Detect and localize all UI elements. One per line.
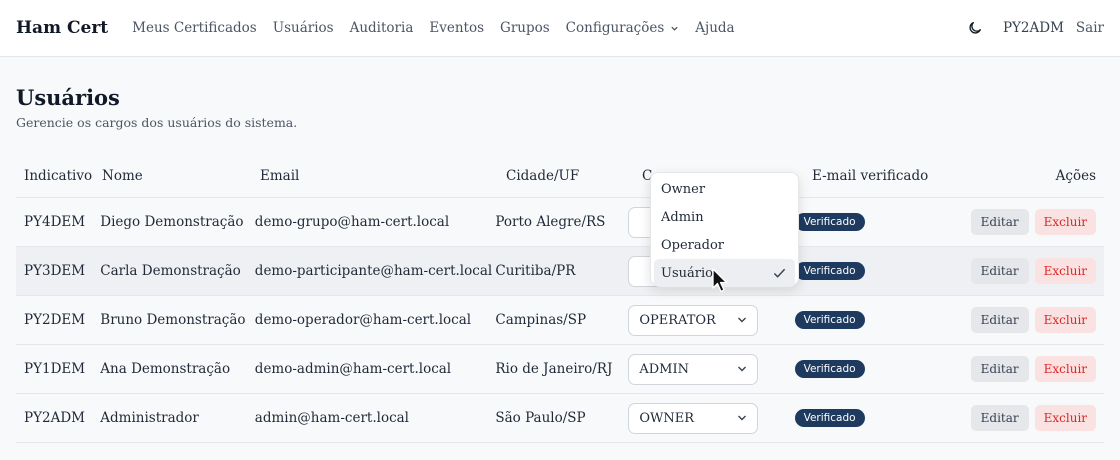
cell-name: Bruno Demonstração: [100, 312, 246, 328]
table-row: PY2DEM Bruno Demonstração demo-operador@…: [16, 296, 1104, 345]
nav-ajuda[interactable]: Ajuda: [695, 20, 734, 36]
cell-name: Administrador: [100, 410, 199, 426]
header-city: Cidade/UF: [506, 167, 580, 184]
current-user[interactable]: PY2ADM: [1003, 20, 1064, 36]
cell-verified: Verificado: [794, 409, 971, 427]
edit-button[interactable]: Editar: [970, 405, 1029, 431]
nav-right: PY2ADM Sair: [967, 20, 1104, 36]
cell-callsign: PY3DEM: [24, 263, 86, 279]
role-select[interactable]: ADMIN: [628, 353, 759, 385]
cell-name: Carla Demonstração: [100, 263, 241, 279]
verified-badge: Verificado: [794, 311, 865, 329]
edit-button[interactable]: Editar: [970, 258, 1029, 284]
table-row: PY3DEM Carla Demonstração demo-participa…: [16, 247, 1104, 296]
cell-email: admin@ham-cert.local: [254, 410, 409, 426]
table-header: Indicativo Nome Email Cidade/UF C E-mail…: [16, 154, 1104, 198]
logout-link[interactable]: Sair: [1076, 20, 1104, 36]
role-select[interactable]: OWNER: [628, 402, 759, 434]
cell-actions: Editar Excluir: [970, 356, 1104, 382]
role-select-value: ADMIN: [639, 361, 689, 377]
cell-email: demo-operador@ham-cert.local: [254, 312, 472, 328]
cell-verified: Verificado: [794, 360, 971, 378]
header-email: Email: [260, 167, 300, 184]
role-option-usuario-label: Usuário: [661, 265, 713, 281]
cell-role: ADMIN: [628, 353, 794, 385]
role-option-operador[interactable]: Operador: [654, 231, 795, 259]
verified-badge: Verificado: [794, 213, 865, 231]
cell-city: Campinas/SP: [495, 312, 587, 328]
table-row: PY2ADM Administrador admin@ham-cert.loca…: [16, 394, 1104, 443]
verified-badge: Verificado: [794, 360, 865, 378]
cell-actions: Editar Excluir: [970, 405, 1104, 431]
cell-city: São Paulo/SP: [495, 410, 586, 426]
users-table: Indicativo Nome Email Cidade/UF C E-mail…: [16, 154, 1104, 443]
check-icon: [773, 268, 786, 278]
mouse-cursor-icon: [712, 268, 728, 293]
cell-actions: Editar Excluir: [970, 209, 1104, 235]
nav-configuracoes-label: Configurações: [565, 20, 665, 36]
cell-callsign: PY1DEM: [24, 361, 86, 377]
cell-callsign: PY4DEM: [24, 214, 86, 230]
nav-grupos[interactable]: Grupos: [500, 20, 550, 36]
page-title: Usuários: [16, 85, 120, 110]
header-verified: E-mail verificado: [812, 167, 929, 184]
table-row: PY1DEM Ana Demonstração demo-admin@ham-c…: [16, 345, 1104, 394]
header-name: Nome: [102, 167, 143, 184]
header-actions: Ações: [1055, 167, 1096, 184]
nav-meus-certificados[interactable]: Meus Certificados: [132, 20, 257, 36]
role-select-value: OPERATOR: [639, 312, 716, 328]
cell-email: demo-admin@ham-cert.local: [254, 361, 452, 377]
delete-button[interactable]: Excluir: [1034, 209, 1097, 235]
cell-actions: Editar Excluir: [970, 307, 1104, 333]
cell-role: OPERATOR: [628, 304, 794, 336]
cell-name: Diego Demonstração: [100, 214, 244, 230]
verified-badge: Verificado: [794, 262, 865, 280]
cell-city: Rio de Janeiro/RJ: [495, 361, 613, 377]
moon-icon[interactable]: [967, 20, 983, 36]
delete-button[interactable]: Excluir: [1034, 258, 1097, 284]
nav-auditoria[interactable]: Auditoria: [350, 20, 414, 36]
cell-actions: Editar Excluir: [970, 258, 1104, 284]
cell-callsign: PY2DEM: [24, 312, 86, 328]
role-option-owner[interactable]: Owner: [654, 175, 795, 203]
main-nav: Meus Certificados Usuários Auditoria Eve…: [132, 20, 750, 36]
role-option-admin[interactable]: Admin: [654, 203, 795, 231]
edit-button[interactable]: Editar: [970, 209, 1029, 235]
chevron-down-icon: [671, 26, 678, 31]
delete-button[interactable]: Excluir: [1034, 356, 1097, 382]
cell-city: Curitiba/PR: [495, 263, 576, 279]
chevron-down-icon: [738, 366, 747, 371]
page-subtitle: Gerencie os cargos dos usuários do siste…: [16, 115, 298, 130]
cell-email: demo-participante@ham-cert.local: [254, 263, 493, 279]
edit-button[interactable]: Editar: [970, 356, 1029, 382]
nav-usuarios[interactable]: Usuários: [273, 20, 334, 36]
delete-button[interactable]: Excluir: [1034, 307, 1097, 333]
header-callsign: Indicativo: [24, 167, 93, 184]
chevron-down-icon: [738, 317, 747, 322]
cell-verified: Verificado: [794, 213, 971, 231]
chevron-down-icon: [738, 415, 747, 420]
cell-role: OWNER: [628, 402, 794, 434]
cell-verified: Verificado: [794, 311, 971, 329]
cell-callsign: PY2ADM: [24, 410, 85, 426]
cell-verified: Verificado: [794, 262, 971, 280]
brand-logo[interactable]: Ham Cert: [16, 18, 108, 38]
cell-email: demo-grupo@ham-cert.local: [254, 214, 450, 230]
role-select[interactable]: OPERATOR: [628, 304, 759, 336]
edit-button[interactable]: Editar: [970, 307, 1029, 333]
top-navbar: Ham Cert Meus Certificados Usuários Audi…: [0, 0, 1120, 57]
table-row: PY4DEM Diego Demonstração demo-grupo@ham…: [16, 198, 1104, 247]
verified-badge: Verificado: [794, 409, 865, 427]
role-select-value: OWNER: [639, 410, 695, 426]
delete-button[interactable]: Excluir: [1034, 405, 1097, 431]
cell-name: Ana Demonstração: [100, 361, 231, 377]
cell-city: Porto Alegre/RS: [495, 214, 606, 230]
nav-eventos[interactable]: Eventos: [429, 20, 484, 36]
nav-configuracoes[interactable]: Configurações: [566, 20, 680, 36]
